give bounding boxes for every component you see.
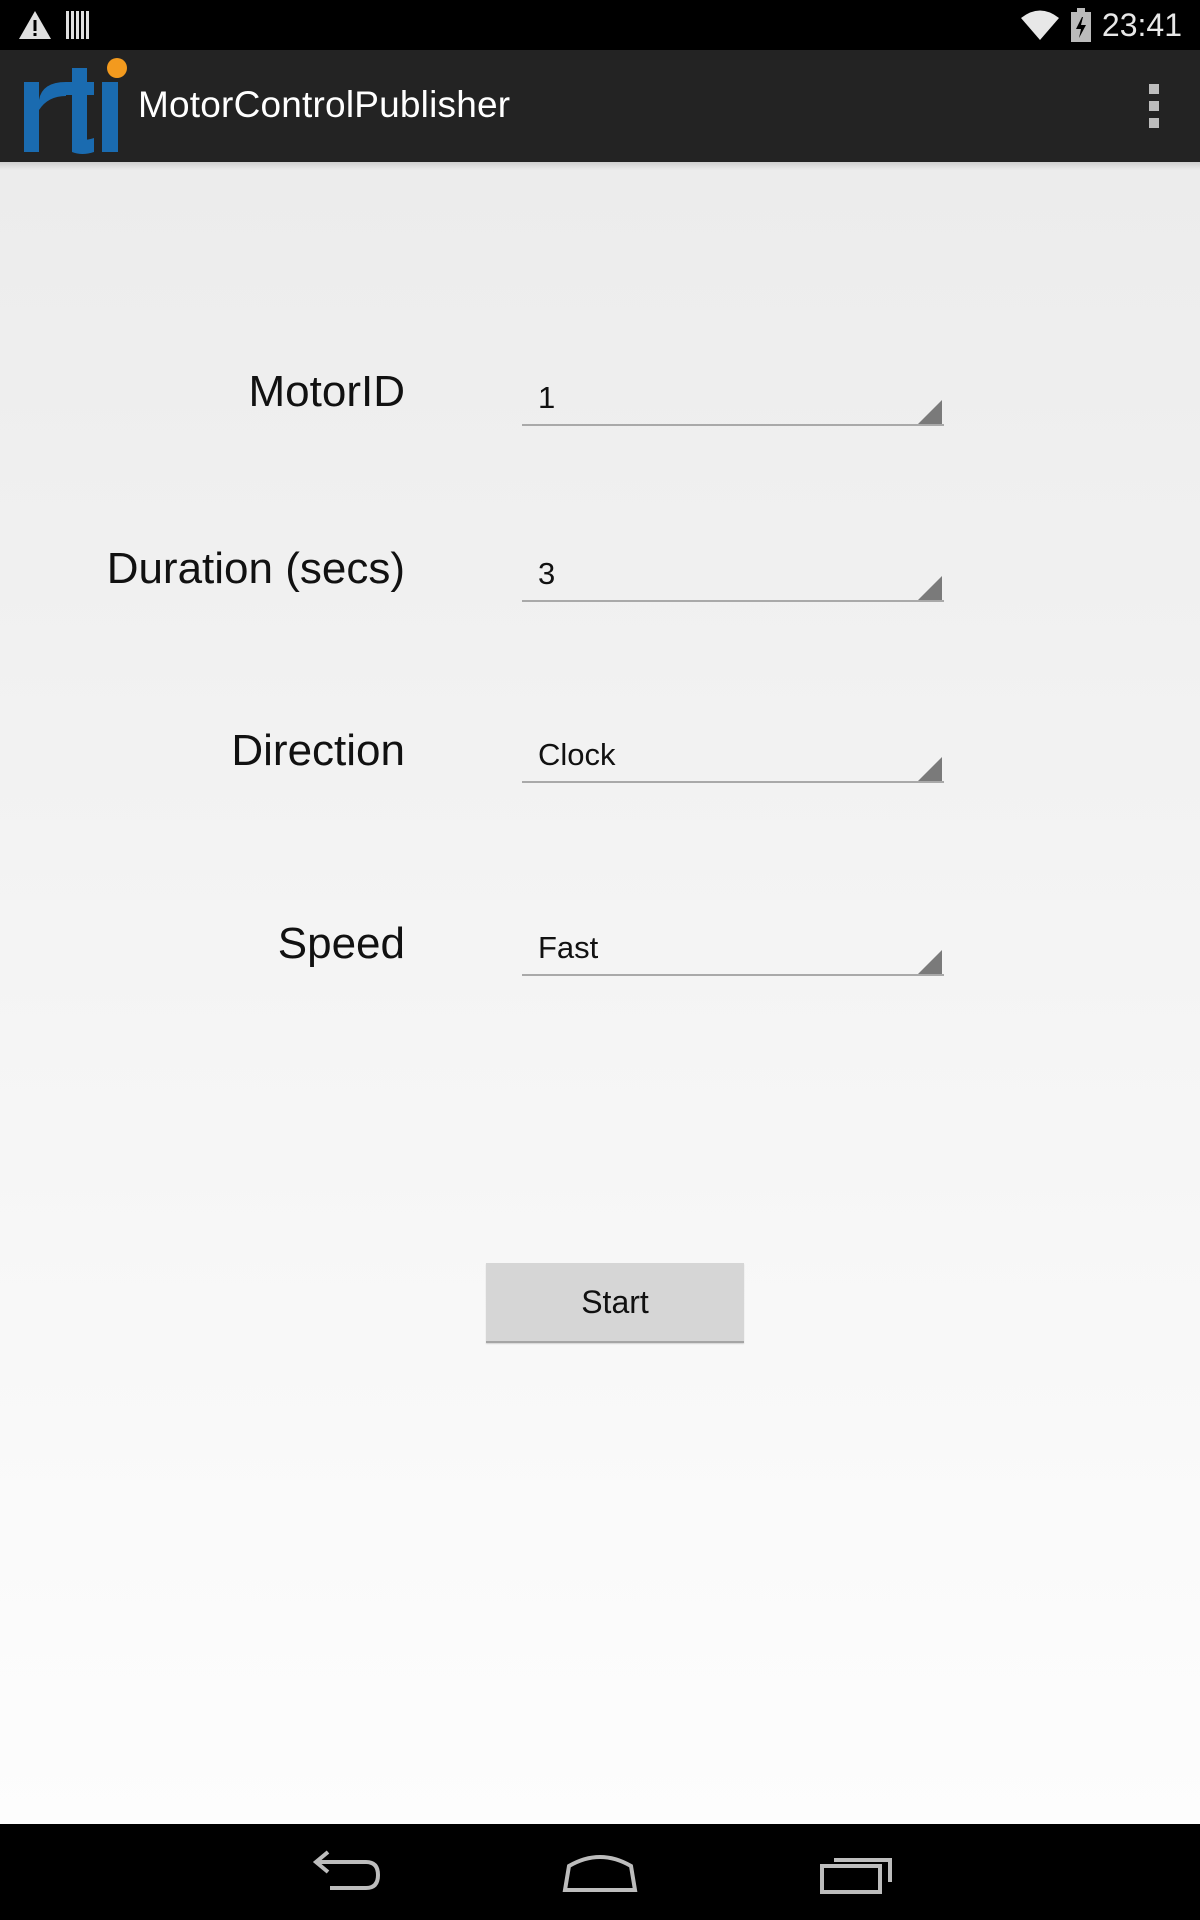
start-button[interactable]: Start <box>486 1263 744 1343</box>
spinner-arrow-icon <box>918 400 942 424</box>
warning-icon <box>19 11 51 39</box>
motor-id-value: 1 <box>538 380 556 415</box>
speed-value: Fast <box>538 930 599 965</box>
overflow-menu-icon[interactable] <box>1146 84 1162 128</box>
spinner-arrow-icon <box>918 576 942 600</box>
barcode-icon <box>66 11 89 39</box>
wifi-icon <box>1020 10 1059 40</box>
direction-value: Clock <box>538 737 616 772</box>
back-icon[interactable] <box>298 1848 388 1898</box>
duration-label: Duration (secs) <box>106 544 405 593</box>
spinner-arrow-icon <box>918 757 942 781</box>
speed-spinner[interactable]: Fast <box>522 920 944 976</box>
rti-logo <box>24 58 127 154</box>
status-bar: 23:41 <box>0 0 1200 50</box>
navigation-bar <box>0 1824 1200 1920</box>
status-clock: 23:41 <box>1101 6 1182 43</box>
duration-value: 3 <box>538 556 556 591</box>
battery-charging-icon <box>1070 8 1091 42</box>
app-title: MotorControlPublisher <box>138 84 511 125</box>
duration-spinner[interactable]: 3 <box>522 546 944 602</box>
action-bar: MotorControlPublisher <box>0 50 1200 162</box>
home-icon[interactable] <box>555 1848 645 1898</box>
motor-id-label: MotorID <box>248 367 405 416</box>
main-content: MotorID 1 Duration (secs) 3 Direction Cl… <box>0 162 1200 1824</box>
recent-apps-icon[interactable] <box>812 1848 902 1898</box>
spinner-arrow-icon <box>918 950 942 974</box>
motor-id-spinner[interactable]: 1 <box>522 370 944 426</box>
direction-spinner[interactable]: Clock <box>522 727 944 783</box>
speed-label: Speed <box>277 919 405 968</box>
direction-label: Direction <box>231 726 405 775</box>
